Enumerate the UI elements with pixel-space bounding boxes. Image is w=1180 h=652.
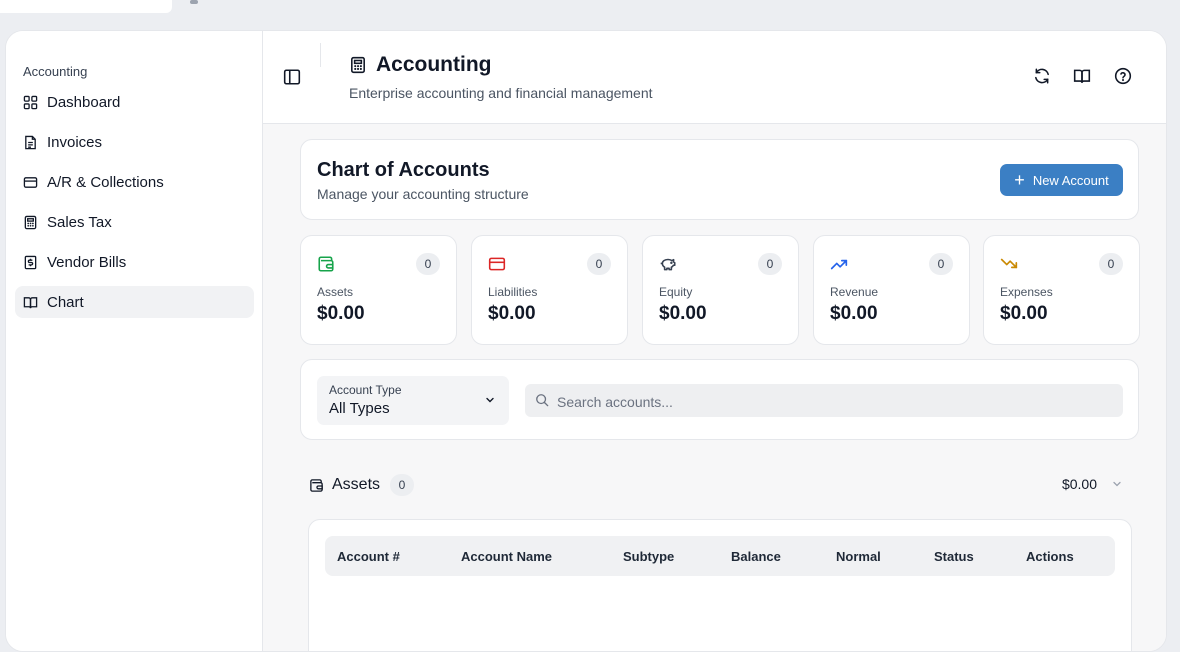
piggy-bank-icon [660, 258, 676, 271]
stat-value: $0.00 [659, 303, 707, 324]
section-subtitle: Manage your accounting structure [317, 186, 529, 202]
stat-value: $0.00 [317, 303, 365, 324]
document-icon [25, 135, 36, 149]
main-content: Accounting Enterprise accounting and fin… [263, 31, 1166, 651]
section-header-assets[interactable]: Assets 0 [309, 474, 415, 496]
browser-tab-strip [0, 0, 1180, 14]
trending-up-icon [830, 259, 848, 270]
sidebar-item-dashboard[interactable]: Dashboard [15, 86, 254, 118]
calculator-icon [24, 215, 37, 229]
column-header[interactable]: Subtype [623, 549, 674, 564]
calculator-icon [351, 56, 365, 74]
receipt-icon [24, 255, 37, 269]
count-badge: 0 [929, 253, 953, 275]
search-box [525, 384, 1123, 419]
column-header[interactable]: Account Name [461, 549, 552, 564]
page-title: Accounting [349, 53, 492, 77]
sidebar-item-ar-collections[interactable]: A/R & Collections [15, 166, 254, 198]
header-divider [320, 43, 321, 67]
stat-label: Liabilities [488, 285, 538, 299]
sidebar-item-chart[interactable]: Chart [15, 286, 254, 318]
stat-card-expenses[interactable]: 0 Expenses $0.00 [983, 235, 1140, 345]
trending-down-icon [1000, 258, 1018, 269]
column-header[interactable]: Status [934, 549, 974, 564]
book-open-icon[interactable] [1073, 67, 1091, 85]
select-label: Account Type [329, 383, 402, 397]
chevron-down-icon [486, 397, 494, 403]
wallet-icon [310, 478, 323, 492]
section-total: $0.00 [1061, 476, 1097, 492]
new-account-button[interactable]: + New Account [1000, 164, 1123, 196]
section-title: Chart of Accounts [317, 159, 490, 181]
sidebar-item-label: A/R & Collections [47, 173, 164, 191]
stat-value: $0.00 [830, 303, 878, 324]
filter-card: Account Type All Types [300, 359, 1139, 440]
credit-card-icon [23, 176, 38, 188]
app-window: Accounting Dashboard Invoices A/R & Coll… [5, 30, 1167, 652]
column-header[interactable]: Balance [731, 549, 781, 564]
grid-icon [23, 95, 38, 109]
wallet-icon [318, 256, 334, 272]
credit-card-icon [488, 257, 506, 271]
sidebar-item-vendor-bills[interactable]: Vendor Bills [15, 246, 254, 278]
sidebar: Accounting Dashboard Invoices A/R & Coll… [6, 31, 263, 651]
stat-card-equity[interactable]: 0 Equity $0.00 [642, 235, 799, 345]
sidebar-item-label: Invoices [47, 133, 103, 151]
accounts-table: Account # Account Name Subtype Balance N… [308, 519, 1132, 651]
stat-value: $0.00 [488, 303, 536, 324]
stat-card-revenue[interactable]: 0 Revenue $0.00 [813, 235, 970, 345]
stat-label: Assets [317, 285, 354, 299]
page-header: Accounting Enterprise accounting and fin… [263, 31, 1166, 124]
sidebar-heading: Accounting [23, 64, 88, 79]
table-header-row: Account # Account Name Subtype Balance N… [325, 536, 1115, 576]
stat-value: $0.00 [1000, 303, 1048, 324]
sidebar-item-label: Sales Tax [47, 213, 112, 231]
sidebar-item-label: Chart [47, 293, 84, 311]
column-header[interactable]: Actions [1026, 549, 1074, 564]
count-badge: 0 [587, 253, 611, 275]
stat-card-assets[interactable]: 0 Assets $0.00 [300, 235, 457, 345]
select-value: All Types [329, 400, 390, 417]
plus-icon: + [1014, 170, 1025, 190]
sidebar-item-label: Vendor Bills [47, 253, 127, 271]
sidebar-item-label: Dashboard [47, 93, 121, 111]
sidebar-item-sales-tax[interactable]: Sales Tax [15, 206, 254, 238]
stat-label: Revenue [830, 285, 879, 299]
search-icon [536, 394, 549, 407]
browser-tab-fragment [190, 0, 198, 4]
search-input[interactable] [555, 384, 1109, 419]
chart-of-accounts-card: Chart of Accounts Manage your accounting… [300, 139, 1139, 220]
stat-label: Equity [659, 285, 693, 299]
column-header[interactable]: Account # [337, 549, 400, 564]
refresh-icon[interactable] [1033, 67, 1051, 85]
count-badge: 0 [390, 474, 415, 496]
chevron-down-icon[interactable] [1111, 478, 1123, 490]
column-header[interactable]: Normal [836, 549, 881, 564]
book-open-icon [23, 296, 38, 308]
count-badge: 0 [1099, 253, 1123, 275]
sidebar-toggle-icon[interactable] [283, 68, 301, 86]
count-badge: 0 [758, 253, 782, 275]
page-title-text: Accounting [376, 53, 492, 76]
count-badge: 0 [416, 253, 440, 275]
sidebar-item-invoices[interactable]: Invoices [15, 126, 254, 158]
stat-card-liabilities[interactable]: 0 Liabilities $0.00 [471, 235, 628, 345]
browser-tab[interactable] [0, 0, 172, 13]
help-circle-icon[interactable] [1114, 67, 1132, 85]
account-type-select[interactable]: Account Type All Types [317, 376, 509, 425]
page-subtitle: Enterprise accounting and financial mana… [349, 85, 653, 101]
stat-label: Expenses [1000, 285, 1053, 299]
new-account-label: New Account [1032, 172, 1109, 188]
section-title: Assets [332, 476, 381, 493]
